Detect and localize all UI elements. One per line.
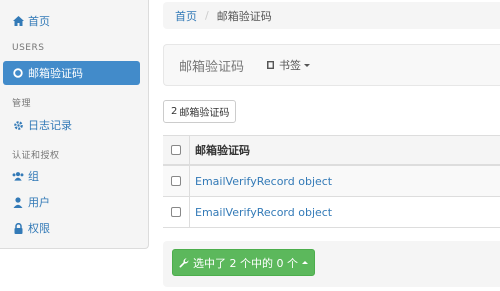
circle-icon bbox=[12, 67, 24, 79]
users-icon bbox=[12, 170, 24, 182]
content-navbar: 邮箱验证码 书签 bbox=[163, 44, 500, 86]
sidebar-item-user[interactable]: 用户 bbox=[0, 190, 149, 214]
lock-icon bbox=[12, 222, 24, 234]
bulk-action-button[interactable]: 选中了 2 个中的 0 个 bbox=[172, 249, 315, 276]
chevron-down-icon bbox=[304, 63, 311, 67]
row-link[interactable]: EmailVerifyRecord object bbox=[195, 206, 332, 219]
breadcrumb-home-link[interactable]: 首页 bbox=[175, 8, 197, 24]
count-number: 2 bbox=[171, 106, 178, 117]
sidebar-item-label: 邮箱验证码 bbox=[28, 67, 83, 80]
sidebar-item-label: 用户 bbox=[28, 196, 50, 209]
book-icon bbox=[266, 60, 276, 70]
sidebar-item-label: 日志记录 bbox=[28, 119, 72, 132]
sidebar-item-label: 组 bbox=[28, 170, 39, 183]
results-table: 邮箱验证码 EmailVerifyRecord object EmailVeri… bbox=[163, 135, 500, 228]
table-row: EmailVerifyRecord object bbox=[163, 166, 500, 197]
breadcrumb-current: 邮箱验证码 bbox=[216, 9, 272, 23]
row-checkbox[interactable] bbox=[171, 176, 181, 186]
row-link[interactable]: EmailVerifyRecord object bbox=[195, 175, 332, 188]
chevron-up-icon bbox=[301, 261, 308, 264]
breadcrumb-separator: / bbox=[205, 9, 209, 22]
column-divider bbox=[189, 136, 190, 164]
column-header[interactable]: 邮箱验证码 bbox=[195, 142, 250, 158]
sidebar-item-email-verify[interactable]: 邮箱验证码 bbox=[3, 61, 140, 85]
sidebar-item-label: 权限 bbox=[28, 222, 50, 235]
actions-bar: 选中了 2 个中的 0 个 bbox=[163, 241, 500, 287]
column-divider bbox=[189, 166, 190, 196]
page-title: 邮箱验证码 bbox=[179, 59, 245, 75]
column-divider bbox=[189, 197, 190, 227]
count-button[interactable]: 2 邮箱验证码 bbox=[163, 100, 236, 123]
row-checkbox[interactable] bbox=[171, 207, 181, 217]
table-row: EmailVerifyRecord object bbox=[163, 197, 500, 228]
nav-header-manage: 管理 bbox=[12, 99, 32, 109]
table-header-row: 邮箱验证码 bbox=[163, 136, 500, 166]
sidebar: 首页 USERS 邮箱验证码 管理 日志记录 认证和授权 组 用户 权限 bbox=[0, 0, 149, 249]
nav-header-auth: 认证和授权 bbox=[12, 151, 60, 161]
sidebar-item-label: 首页 bbox=[28, 15, 50, 28]
count-label: 邮箱验证码 bbox=[179, 108, 230, 119]
bulk-action-label: 选中了 2 个中的 0 个 bbox=[193, 256, 298, 270]
breadcrumb: 首页 / 邮箱验证码 bbox=[163, 2, 500, 29]
sidebar-item-group[interactable]: 组 bbox=[0, 164, 149, 188]
bookmarks-label: 书签 bbox=[279, 59, 302, 72]
bookmarks-dropdown[interactable]: 书签 bbox=[266, 57, 311, 73]
user-icon bbox=[12, 196, 24, 208]
select-all-checkbox[interactable] bbox=[171, 145, 181, 155]
home-icon bbox=[12, 15, 24, 27]
sidebar-item-home[interactable]: 首页 bbox=[0, 9, 149, 33]
nav-header-users: USERS bbox=[12, 43, 45, 53]
sidebar-item-permission[interactable]: 权限 bbox=[0, 216, 149, 240]
wrench-icon bbox=[179, 257, 189, 268]
sidebar-item-log[interactable]: 日志记录 bbox=[0, 113, 149, 137]
gear-icon bbox=[12, 119, 24, 131]
